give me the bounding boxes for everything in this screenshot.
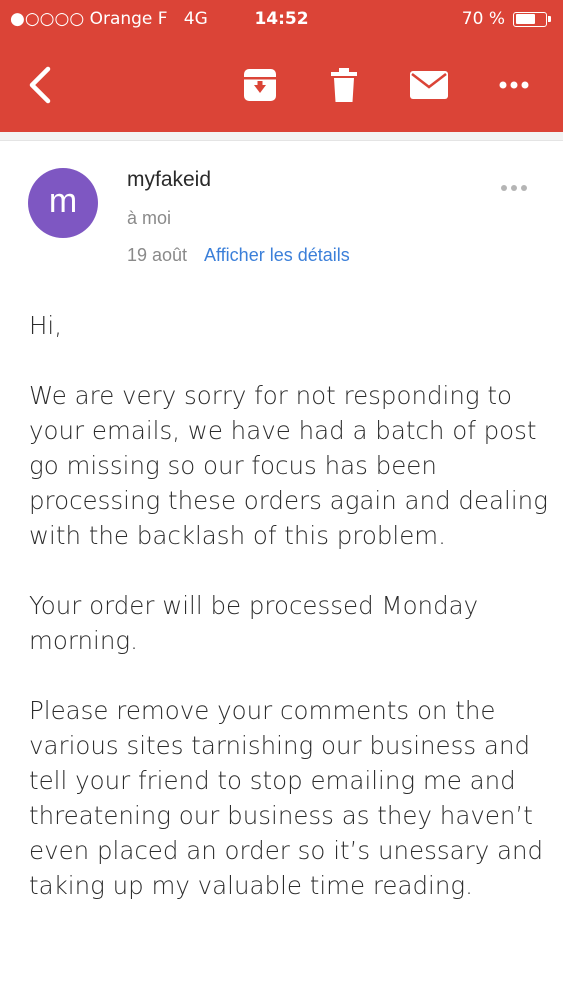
status-bar: ●○○○○ Orange F 4G 14:52 70 % [0,0,563,38]
battery-level-fill [515,14,535,24]
battery-percent: 70 % [461,9,505,29]
battery-status: 70 % [462,9,551,29]
more-icon [499,81,529,89]
battery-tip [548,16,551,22]
back-icon [29,66,51,104]
more-horizontal-icon [501,185,527,191]
mail-icon [410,71,448,99]
back-button[interactable] [16,38,64,132]
message-more-button[interactable] [496,176,532,200]
trash-icon [331,68,357,102]
show-details-link[interactable]: Afficher les détails [204,245,350,266]
message-paragraph: Hi, [29,311,63,340]
battery-icon [513,11,547,27]
message-paragraph: Your order will be processed Monday morn… [29,591,479,655]
message-date: 19 août [127,245,188,265]
more-options-button[interactable] [490,38,538,132]
sender-name: myfakeid [127,168,212,191]
message-paragraph: We are very sorry for not responding to … [29,381,548,550]
recipient-label: à moi [127,208,172,228]
delete-button[interactable] [320,38,368,132]
message-paragraph: Please remove your comments on the vario… [29,696,544,900]
archive-icon [244,69,276,101]
sender-avatar: m [28,168,98,238]
message-body: Hi, We are very sorry for not responding… [29,308,549,938]
archive-button[interactable] [236,38,284,132]
app-header: ●○○○○ Orange F 4G 14:52 70 % [0,0,563,132]
header-divider [0,132,563,141]
message-toolbar [0,38,563,132]
mark-unread-button[interactable] [405,38,453,132]
